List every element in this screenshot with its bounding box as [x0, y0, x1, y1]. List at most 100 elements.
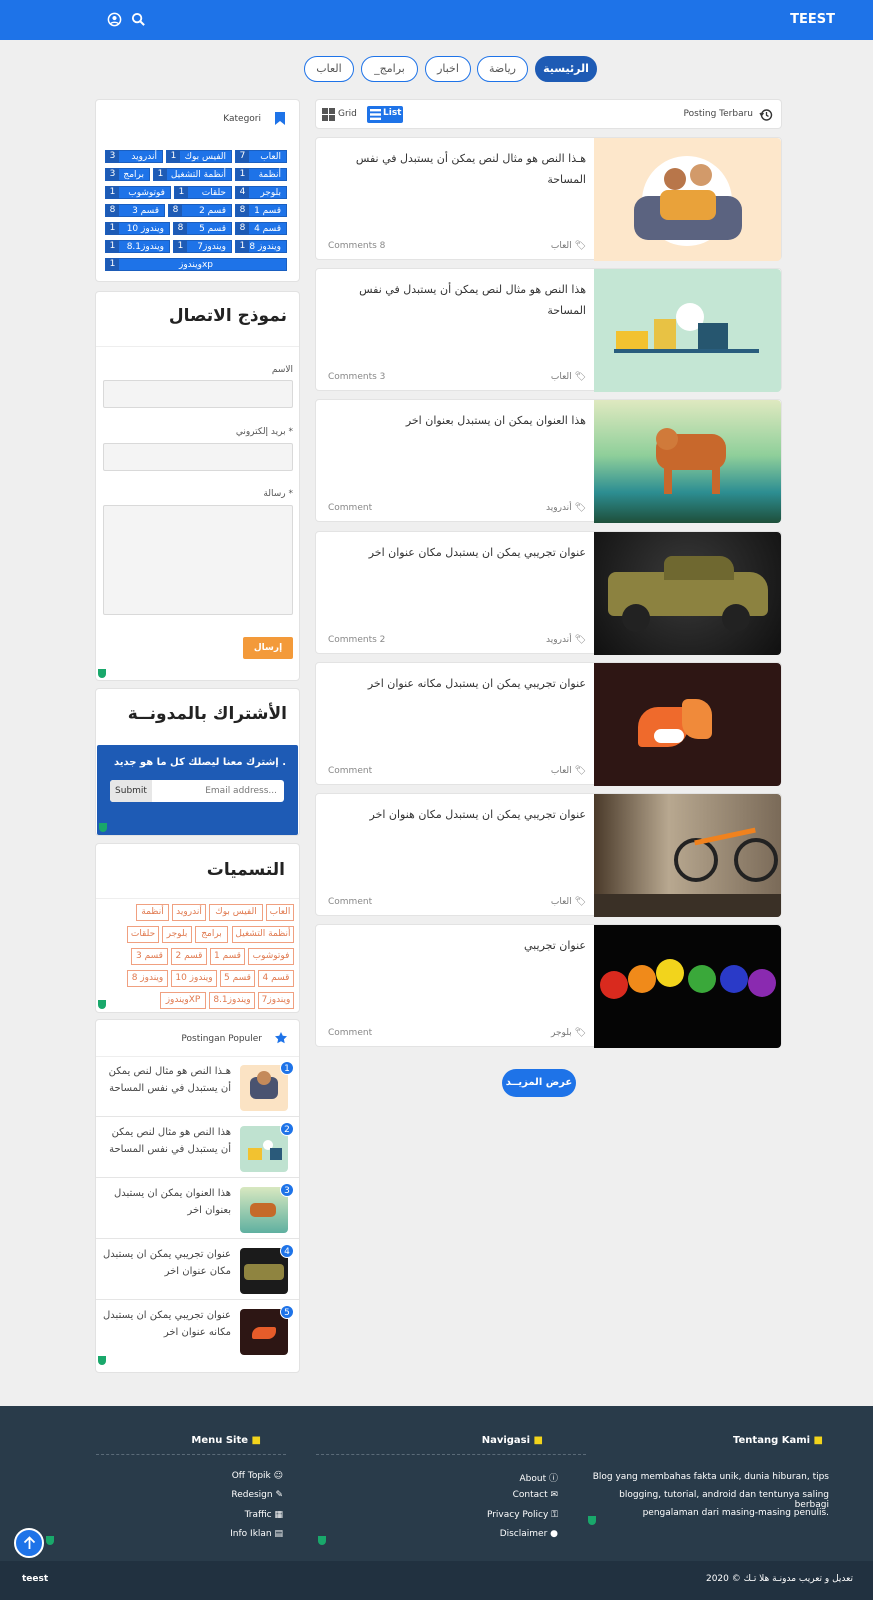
category-pill[interactable]: 1 ويندوز7 — [173, 240, 232, 253]
post-card[interactable]: هذا العنوان يمكن ان يستبدل بعنوان اخر أن… — [315, 399, 782, 523]
category-pill[interactable]: 1 أنظمة التشغيل — [153, 168, 232, 181]
list-view-button[interactable]: List — [367, 106, 403, 123]
tag-button[interactable]: أنظمة — [136, 904, 169, 921]
tag-button[interactable]: ويندوزXP — [160, 992, 206, 1009]
message-field[interactable] — [103, 505, 293, 615]
tag-button[interactable]: الفيس بوك — [209, 904, 263, 921]
load-more-button[interactable]: عرض المزيــد — [502, 1069, 576, 1097]
category-pill[interactable]: 7 العاب — [235, 150, 287, 163]
post-image[interactable] — [594, 794, 781, 917]
post-title[interactable]: عنوان تجريبي — [321, 935, 586, 956]
tab-games[interactable]: العاب — [304, 56, 354, 82]
category-pill[interactable]: 8 قسم 3 — [105, 204, 165, 217]
popular-item[interactable]: 3 هذا العنوان يمكن ان يستبدل بعنوان اخر — [96, 1179, 299, 1239]
post-comments[interactable]: Comment — [328, 1028, 372, 1038]
tag-button[interactable]: قسم 1 — [210, 948, 245, 965]
post-comments[interactable]: Comment — [328, 766, 372, 776]
email-address-input[interactable]: Email address... — [205, 780, 277, 802]
popular-post-title[interactable]: عنوان تجريبي يمكن ان يستبدل مكانه عنوان … — [103, 1307, 231, 1341]
category-pill[interactable]: 3 برامج — [105, 168, 150, 181]
post-title[interactable]: عنوان تجريبي يمكن ان يستبدل مكان هنوان ا… — [321, 804, 587, 825]
popular-post-title[interactable]: هـذا النص هو مثال لنص يمكن أن يستبدل في … — [103, 1063, 231, 1097]
post-category[interactable]: العاب 🏷 — [551, 241, 586, 251]
site-brand[interactable]: TEEST — [790, 12, 835, 27]
post-comments[interactable]: Comments 3 — [328, 372, 385, 382]
post-image[interactable] — [594, 663, 781, 786]
tag-button[interactable]: برامج — [195, 926, 228, 943]
post-category[interactable]: العاب 🏷 — [551, 766, 586, 776]
category-pill[interactable]: 3 أندرويد — [105, 150, 163, 163]
category-pill[interactable]: 1 ويندوز 10 — [105, 222, 170, 235]
tag-button[interactable]: ويندوز 8 — [127, 970, 168, 987]
popular-post-title[interactable]: عنوان تجريبي يمكن ان يستبدل مكان عنوان ا… — [103, 1246, 231, 1280]
send-button[interactable]: إرسال — [243, 637, 293, 659]
category-pill[interactable]: 1 ويندوز8.1 — [105, 240, 170, 253]
popular-post-title[interactable]: هذا العنوان يمكن ان يستبدل بعنوان اخر — [103, 1185, 231, 1219]
post-category[interactable]: بلوجر 🏷 — [551, 1028, 586, 1038]
popular-item[interactable]: 2 هذا النص هو مثال لنص يمكن أن يستبدل في… — [96, 1118, 299, 1178]
post-image[interactable] — [594, 925, 781, 1048]
footer-link[interactable]: Off Topik ☺ — [232, 1471, 283, 1481]
post-title[interactable]: هذا العنوان يمكن ان يستبدل بعنوان اخر — [321, 410, 586, 431]
post-image[interactable] — [594, 138, 781, 261]
footer-link[interactable]: About ⓘ — [520, 1471, 558, 1484]
category-pill[interactable]: 1 أنظمة — [235, 168, 287, 181]
tag-button[interactable]: أندرويد — [172, 904, 206, 921]
footer-link[interactable]: Disclaimer ● — [500, 1529, 558, 1539]
tab-home[interactable]: الرئيسية — [535, 56, 597, 82]
post-category[interactable]: أندرويد 🏷 — [546, 503, 586, 513]
post-comments[interactable]: Comment — [328, 897, 372, 907]
post-card[interactable]: عنوان تجريبي يمكن ان يستبدل مكان هنوان ا… — [315, 793, 782, 917]
post-image[interactable] — [594, 400, 781, 523]
category-pill[interactable]: 1 حلقات — [174, 186, 232, 199]
category-pill[interactable]: 1 الفيس بوك — [166, 150, 232, 163]
tag-button[interactable]: قسم 5 — [220, 970, 255, 987]
tag-button[interactable]: ويندوز8.1 — [209, 992, 255, 1009]
post-title[interactable]: هـذا النص هو مثال لنص يمكن أن يستبدل في … — [321, 148, 586, 190]
category-pill[interactable]: 8 قسم 4 — [235, 222, 287, 235]
post-category[interactable]: العاب 🏷 — [551, 897, 586, 907]
back-to-top-button[interactable] — [14, 1528, 44, 1558]
category-pill[interactable]: 1 ويندوز 8 — [235, 240, 287, 253]
post-card[interactable]: هذا النص هو مثال لنص يمكن أن يستبدل في ن… — [315, 268, 782, 392]
post-image[interactable] — [594, 532, 781, 655]
post-card[interactable]: عنوان تجريبي بلوجر 🏷 Comment — [315, 924, 782, 1048]
tag-button[interactable]: ويندوز7 — [258, 992, 294, 1009]
category-pill[interactable]: 1 ويندوزxp — [105, 258, 287, 271]
footer-brand[interactable]: teest — [22, 1574, 48, 1584]
post-image[interactable] — [594, 269, 781, 392]
popular-post-title[interactable]: هذا النص هو مثال لنص يمكن أن يستبدل في ن… — [103, 1124, 231, 1158]
post-card[interactable]: هـذا النص هو مثال لنص يمكن أن يستبدل في … — [315, 137, 782, 261]
name-field[interactable] — [103, 380, 293, 408]
tag-button[interactable]: فوتوشوب — [248, 948, 294, 965]
post-title[interactable]: عنوان تجريبي يمكن ان يستبدل مكانه عنوان … — [321, 673, 586, 694]
category-pill[interactable]: 1 فوتوشوب — [105, 186, 171, 199]
submit-button[interactable]: Submit — [110, 780, 152, 802]
footer-link[interactable]: Traffic ▦ — [245, 1510, 283, 1520]
post-comments[interactable]: Comments 2 — [328, 635, 385, 645]
post-category[interactable]: أندرويد 🏷 — [546, 635, 586, 645]
popular-item[interactable]: 1 هـذا النص هو مثال لنص يمكن أن يستبدل ف… — [96, 1057, 299, 1117]
tag-button[interactable]: قسم 2 — [171, 948, 207, 965]
post-title[interactable]: عنوان تجريبي يمكن ان يستبدل مكان عنوان ا… — [321, 542, 586, 563]
grid-view-button[interactable]: Grid — [322, 106, 362, 123]
post-card[interactable]: عنوان تجريبي يمكن ان يستبدل مكانه عنوان … — [315, 662, 782, 786]
category-pill[interactable]: 8 قسم 5 — [173, 222, 232, 235]
popular-item[interactable]: 4 عنوان تجريبي يمكن ان يستبدل مكان عنوان… — [96, 1240, 299, 1300]
email-field[interactable] — [103, 443, 293, 471]
footer-link[interactable]: Privacy Policy ⚿ — [487, 1510, 558, 1520]
footer-link[interactable]: Info Iklan ▤ — [230, 1529, 283, 1539]
tag-button[interactable]: قسم 3 — [131, 948, 168, 965]
post-comments[interactable]: Comments 8 — [328, 241, 385, 251]
tag-button[interactable]: العاب — [266, 904, 294, 921]
post-card[interactable]: عنوان تجريبي يمكن ان يستبدل مكان عنوان ا… — [315, 531, 782, 655]
category-pill[interactable]: 8 قسم 2 — [168, 204, 232, 217]
tag-button[interactable]: أنظمة التشغيل — [232, 926, 294, 943]
search-icon[interactable] — [131, 12, 146, 27]
tag-button[interactable]: حلقات — [127, 926, 159, 943]
post-category[interactable]: العاب 🏷 — [551, 372, 586, 382]
footer-link[interactable]: Contact ✉ — [513, 1490, 558, 1500]
post-comments[interactable]: Comment — [328, 503, 372, 513]
tag-button[interactable]: ويندوز 10 — [171, 970, 217, 987]
popular-item[interactable]: 5 عنوان تجريبي يمكن ان يستبدل مكانه عنوا… — [96, 1301, 299, 1361]
